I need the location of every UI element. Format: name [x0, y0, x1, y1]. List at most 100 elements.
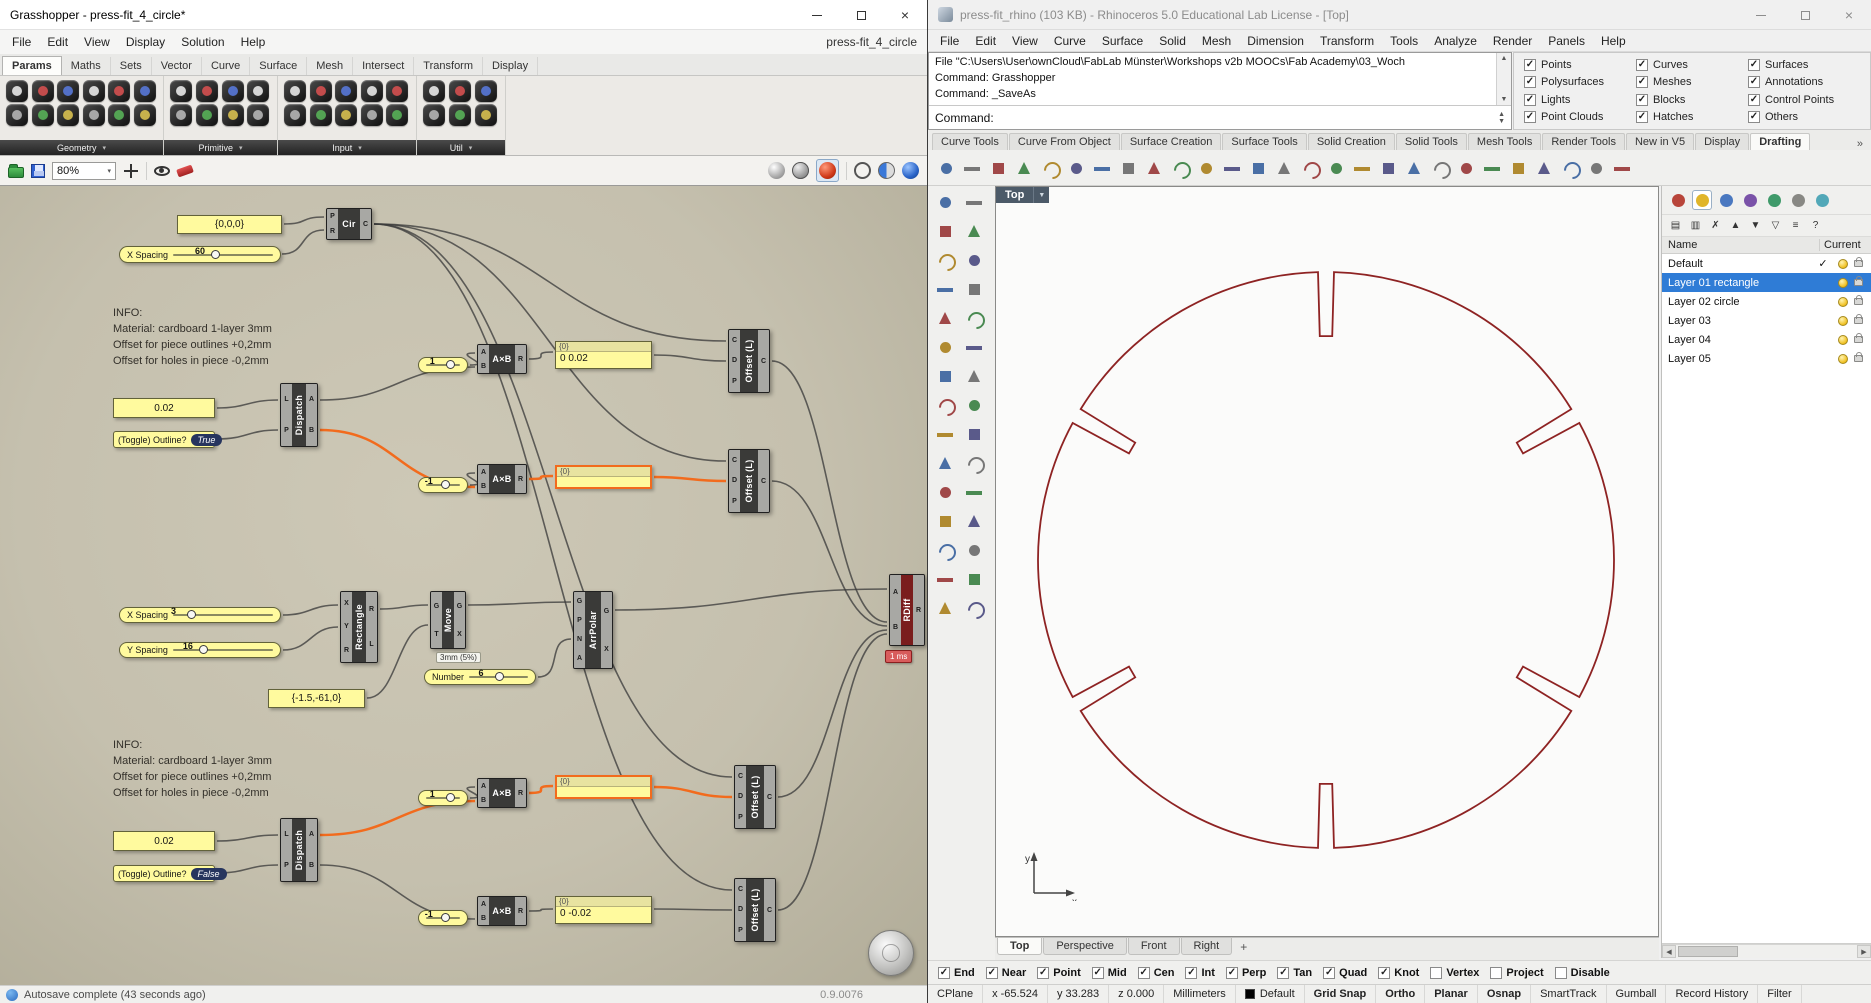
grasshopper-canvas[interactable]: {0,0,0}PRCirCX Spacing60INFO: Material: …	[0, 186, 927, 985]
tab-display[interactable]: Display	[483, 57, 538, 75]
input-port-d[interactable]: D	[738, 906, 743, 913]
join-icon[interactable]	[1428, 156, 1452, 180]
pan-view-icon[interactable]	[1220, 156, 1244, 180]
slider-handle[interactable]	[211, 250, 220, 259]
new-viewport-button[interactable]: +	[1233, 938, 1254, 956]
offset-icon[interactable]	[1558, 156, 1582, 180]
input-port-a[interactable]: A	[577, 655, 582, 662]
menu-surface[interactable]: Surface	[1094, 31, 1151, 51]
new-sublayer-icon[interactable]: ▥	[1687, 217, 1704, 234]
menu-view[interactable]: View	[1004, 31, 1046, 51]
tooltab-surface-creation[interactable]: Surface Creation	[1121, 133, 1222, 150]
mesh-param-icon[interactable]	[134, 80, 156, 102]
status-toggle-ortho[interactable]: Ortho	[1376, 985, 1425, 1003]
new-file-icon[interactable]	[934, 156, 958, 180]
maximize-button[interactable]	[839, 0, 883, 30]
input-port-d[interactable]: D	[732, 357, 737, 364]
copy-object-icon[interactable]	[1324, 156, 1348, 180]
command-history-scrollbar[interactable]: ▲ ▼	[1496, 53, 1511, 105]
filter-curves[interactable]: ✓Curves	[1636, 59, 1748, 71]
rotate-icon[interactable]	[933, 480, 959, 506]
input-port-p[interactable]: P	[738, 927, 743, 934]
gh-component-offsetl[interactable]: CDPOffset (L)C	[728, 449, 770, 513]
output-port-g[interactable]: G	[604, 608, 609, 615]
checkbox-icon[interactable]	[1555, 967, 1567, 979]
join-icon[interactable]	[933, 567, 959, 593]
matrix-param-icon[interactable]	[247, 80, 269, 102]
help-panel-tab[interactable]	[1740, 190, 1760, 210]
preview-shaded-selected[interactable]	[816, 159, 839, 182]
curve-icon[interactable]	[933, 248, 959, 274]
move-icon[interactable]	[933, 451, 959, 477]
split-icon[interactable]	[962, 538, 988, 564]
tab-maths[interactable]: Maths	[62, 57, 111, 75]
checkbox-icon[interactable]: ✓	[1185, 967, 1197, 979]
checkbox-icon[interactable]: ✓	[1226, 967, 1238, 979]
output-port-x[interactable]: X	[604, 646, 609, 653]
gh-data-panel[interactable]: {0}0 0.02	[555, 341, 652, 369]
status-toggle-gumball[interactable]: Gumball	[1607, 985, 1667, 1003]
gh-data-panel[interactable]: {0}	[555, 775, 652, 799]
command-spinner-icon[interactable]: ▲▼	[1498, 111, 1505, 125]
input-port-b[interactable]: B	[481, 363, 486, 370]
preview-off-sphere-icon[interactable]	[768, 162, 785, 179]
menu-tools[interactable]: Tools	[1382, 31, 1426, 51]
toggle-value[interactable]: True	[191, 434, 223, 446]
jump-param-icon[interactable]	[449, 80, 471, 102]
quality-high-sphere-icon[interactable]	[902, 162, 919, 179]
layer-visibility-bulb-icon[interactable]	[1838, 259, 1848, 269]
maximize-button[interactable]	[1783, 0, 1827, 30]
menu-file[interactable]: File	[4, 32, 39, 52]
close-button[interactable]: ×	[1827, 0, 1871, 30]
calendar-param-icon[interactable]	[361, 104, 383, 126]
gh-panel[interactable]: {0,0,0}	[177, 215, 282, 234]
menu-analyze[interactable]: Analyze	[1426, 31, 1485, 51]
filter-layers-icon[interactable]: ▽	[1767, 217, 1784, 234]
gh-component-move[interactable]: GTMoveGX	[430, 591, 466, 649]
tooltab-curve-from-object[interactable]: Curve From Object	[1009, 133, 1120, 150]
input-port-p[interactable]: P	[738, 814, 743, 821]
filter-polysurfaces[interactable]: ✓Polysurfaces	[1524, 76, 1636, 88]
palette-group-label[interactable]: Input▾	[278, 140, 416, 155]
input-port-a[interactable]: A	[481, 901, 486, 908]
layer-visibility-bulb-icon[interactable]	[1838, 354, 1848, 364]
layer-visibility-bulb-icon[interactable]	[1838, 316, 1848, 326]
text-param-icon[interactable]	[196, 104, 218, 126]
scale-icon[interactable]	[1376, 156, 1400, 180]
arc-icon[interactable]	[933, 277, 959, 303]
boolean-union-icon[interactable]	[933, 422, 959, 448]
input-port-r[interactable]: R	[344, 647, 349, 654]
tab-intersect[interactable]: Intersect	[353, 57, 414, 75]
output-port-x[interactable]: X	[457, 631, 462, 638]
input-port-a[interactable]: A	[481, 349, 486, 356]
checkbox-icon[interactable]: ✓	[1636, 76, 1648, 88]
paste-icon[interactable]	[1090, 156, 1114, 180]
layer-visibility-bulb-icon[interactable]	[1838, 297, 1848, 307]
osnap-tan[interactable]: ✓Tan	[1277, 967, 1312, 979]
output-port-r[interactable]: R	[518, 476, 523, 483]
canvas-navigation-ball[interactable]	[868, 930, 914, 976]
menu-help[interactable]: Help	[233, 32, 274, 52]
output-port-r[interactable]: R	[518, 356, 523, 363]
viewtab-right[interactable]: Right	[1181, 938, 1233, 955]
layer-lock-icon[interactable]	[1854, 317, 1863, 324]
menu-edit[interactable]: Edit	[39, 32, 76, 52]
filter-others[interactable]: ✓Others	[1748, 111, 1860, 123]
menu-dimension[interactable]: Dimension	[1239, 31, 1312, 51]
output-port-c[interactable]: C	[761, 358, 766, 365]
input-port-n[interactable]: N	[577, 636, 582, 643]
boolean-difference-icon[interactable]	[962, 422, 988, 448]
mirror-icon[interactable]	[933, 509, 959, 535]
polyline-icon[interactable]	[962, 219, 988, 245]
slider-handle[interactable]	[446, 360, 455, 369]
gh-panel[interactable]: 0.02	[113, 831, 215, 851]
timer-param-icon[interactable]	[475, 104, 497, 126]
gh-component-rdiff[interactable]: ABRDiffR	[889, 574, 925, 646]
box-icon[interactable]	[933, 364, 959, 390]
path-param-icon[interactable]	[247, 104, 269, 126]
quality-half-sphere-icon[interactable]	[878, 162, 895, 179]
checkbox-icon[interactable]: ✓	[1092, 967, 1104, 979]
active-layer-indicator[interactable]: Default	[1236, 985, 1305, 1003]
polygon-icon[interactable]	[962, 306, 988, 332]
menu-edit[interactable]: Edit	[967, 31, 1004, 51]
